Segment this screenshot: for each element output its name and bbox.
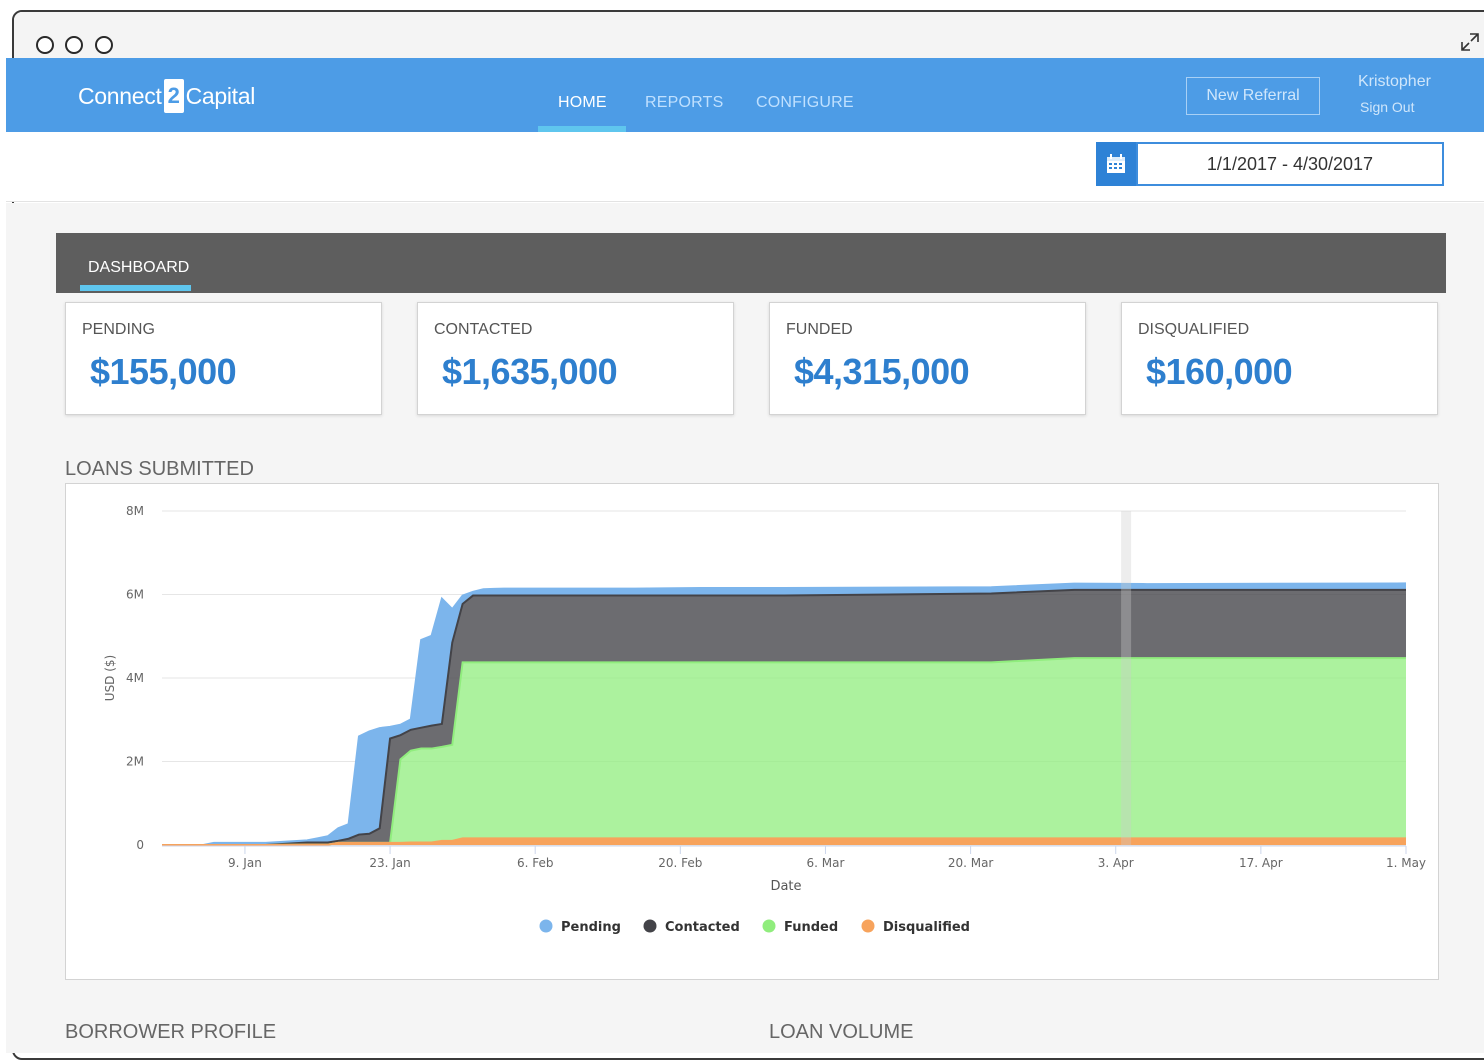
y-tick-label: 0 [136,838,144,852]
dashboard-tab-bar: DASHBOARD [56,233,1446,293]
loans-submitted-chart: 0 2M 4M 6M 8M 9. Jan 23. Jan 6. Feb 20. Feb 6. Ma… [65,483,1439,980]
legend-label-pending: Pending [561,920,621,935]
disqualified-label: DISQUALIFIED [1138,321,1250,338]
funded-amount: $4,315,000 [794,351,970,392]
x-tick-label: 17. Apr [1239,856,1283,870]
sign-out-link[interactable]: Sign Out [1360,99,1414,115]
x-tick-label: 9. Jan [228,856,262,870]
legend-marker-disqualified [861,919,875,933]
nav-home[interactable]: HOME [558,94,607,112]
window-maximize-dot[interactable] [95,36,113,54]
borrower-profile-title: BORROWER PROFILE [65,1021,277,1043]
calendar-button[interactable] [1096,142,1136,186]
logo-text-capital: Capital [185,82,256,109]
user-name: Kristopher [1358,73,1431,90]
crosshair-band [1121,511,1132,845]
new-referral-button[interactable]: New Referral [1186,77,1320,115]
window-minimize-dot[interactable] [65,36,83,54]
disqualified-card: DISQUALIFIED $160,000 [1121,302,1438,415]
legend-label-funded: Funded [784,920,838,935]
pending-label: PENDING [82,321,155,338]
tab-dashboard[interactable]: DASHBOARD [88,259,189,277]
legend-marker-pending [539,919,553,933]
legend-label-disqualified: Disqualified [883,920,970,935]
top-navigation-bar: Connect 2 Capital HOME REPORTS CONFIGURE… [6,58,1484,132]
x-tick-label: 20. Feb [658,856,702,870]
funded-card: FUNDED $4,315,000 [769,302,1086,415]
contacted-card: CONTACTED $1,635,000 [417,302,734,415]
x-tick-label: 6. Mar [807,856,845,870]
disqualified-amount: $160,000 [1146,351,1293,392]
pending-amount: $155,000 [90,351,237,392]
nav-reports[interactable]: REPORTS [645,94,723,112]
contacted-amount: $1,635,000 [442,351,618,392]
calendar-icon [1107,154,1125,173]
window-close-dot[interactable] [36,36,54,54]
x-axis-title: Date [770,879,801,894]
x-tick-label: 3. Apr [1098,856,1134,870]
x-tick-label: 1. May [1386,856,1426,870]
y-tick-label: 4M [126,671,144,685]
contacted-label: CONTACTED [434,321,533,338]
pending-card: PENDING $155,000 [65,302,382,415]
x-tick-label: 6. Feb [517,856,554,870]
y-tick-label: 6M [126,588,144,602]
dashboard-tab-indicator [80,285,191,291]
nav-configure[interactable]: CONFIGURE [756,94,854,112]
legend-marker-funded [762,919,776,933]
legend-label-contacted: Contacted [665,920,740,935]
legend-marker-contacted [643,919,657,933]
date-range-input[interactable]: 1/1/2017 - 4/30/2017 [1136,142,1444,186]
x-tick-label: 23. Jan [369,856,410,870]
dashboard-content: DASHBOARD PENDING $155,000 CONTACTED $1,… [6,203,1484,1053]
connect2capital-logo[interactable]: Connect 2 Capital [78,76,255,116]
loan-volume-title: LOAN VOLUME [769,1021,914,1043]
y-tick-label: 2M [126,755,144,769]
funded-label: FUNDED [786,321,853,338]
loans-submitted-title: LOANS SUBMITTED [65,458,254,480]
filter-bar: 1/1/2017 - 4/30/2017 [6,132,1484,202]
y-axis-title: USD ($) [103,655,117,701]
x-tick-label: 20. Mar [948,856,994,870]
logo-text-connect: Connect [78,82,162,109]
expand-icon[interactable] [1458,30,1482,54]
y-tick-label: 8M [126,504,144,518]
logo-two-badge: 2 [163,79,184,113]
loans-chart-svg: 0 2M 4M 6M 8M 9. Jan 23. Jan 6. Feb 20. Feb 6. Ma… [103,504,1426,935]
